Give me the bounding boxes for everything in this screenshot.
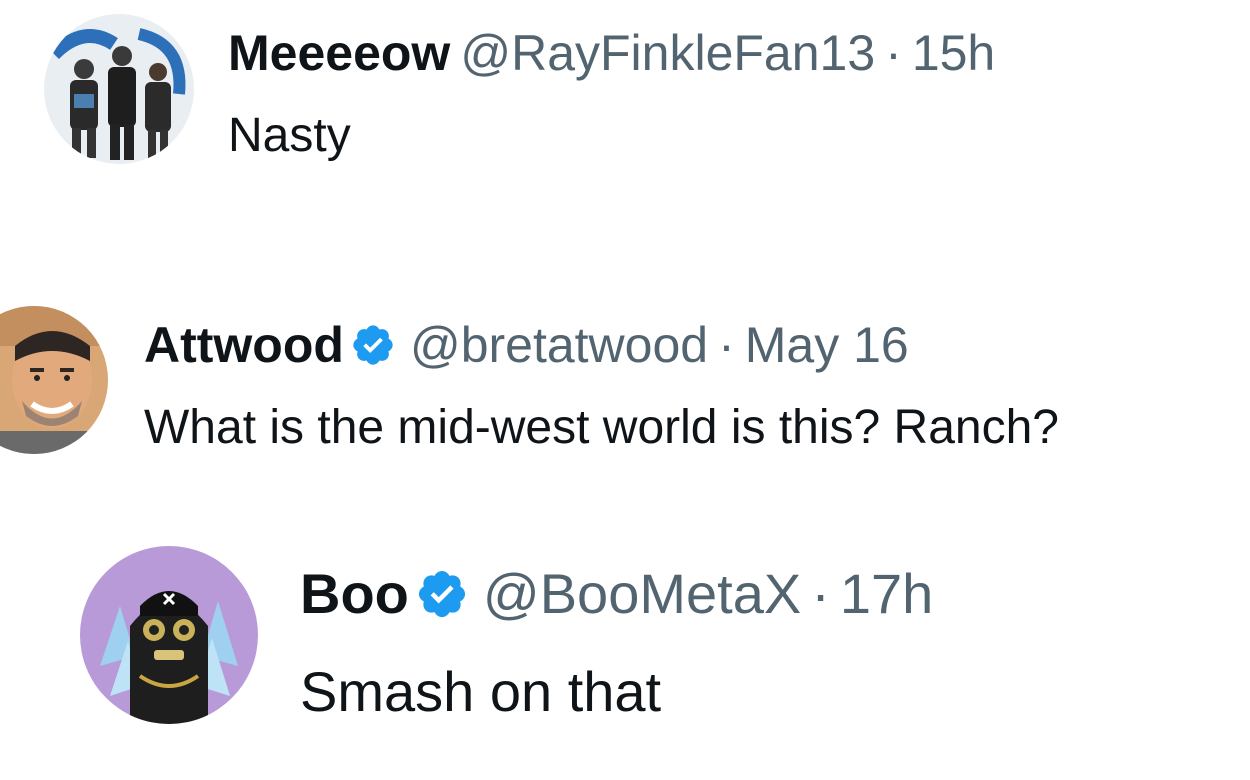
timestamp[interactable]: May 16	[745, 320, 909, 370]
avatar[interactable]	[0, 306, 108, 454]
reply-text: What is the mid-west world is this? Ranc…	[144, 401, 1059, 454]
reply-text: Smash on that	[300, 660, 662, 723]
reply-header: Boo @BooMetaX · 17h	[300, 566, 933, 622]
display-name[interactable]: Attwood	[144, 320, 344, 370]
avatar[interactable]	[80, 546, 258, 724]
user-handle[interactable]: @BooMetaX	[483, 566, 801, 622]
reply-header: Meeeeow @RayFinkleFan13 · 15h	[228, 28, 995, 78]
reply-thread: Meeeeow @RayFinkleFan13 · 15h Nasty Attw…	[0, 0, 1250, 780]
reply-text: Nasty	[228, 109, 351, 162]
verified-badge-icon	[415, 567, 469, 621]
reply-header: Attwood @bretatwood · May 16	[144, 320, 909, 370]
user-handle[interactable]: @bretatwood	[410, 320, 708, 370]
band-photo-avatar-icon	[44, 14, 194, 164]
avatar[interactable]	[44, 14, 194, 164]
timestamp[interactable]: 17h	[840, 566, 933, 622]
display-name[interactable]: Meeeeow	[228, 28, 450, 78]
separator-dot: ·	[885, 25, 902, 81]
timestamp[interactable]: 15h	[912, 28, 995, 78]
verified-badge-icon	[350, 322, 396, 368]
display-name[interactable]: Boo	[300, 566, 409, 622]
separator-dot: ·	[718, 317, 735, 373]
cartoon-man-avatar-icon	[0, 306, 108, 454]
separator-dot: ·	[811, 562, 830, 625]
user-handle[interactable]: @RayFinkleFan13	[460, 28, 875, 78]
nft-ghost-avatar-icon	[80, 546, 258, 724]
